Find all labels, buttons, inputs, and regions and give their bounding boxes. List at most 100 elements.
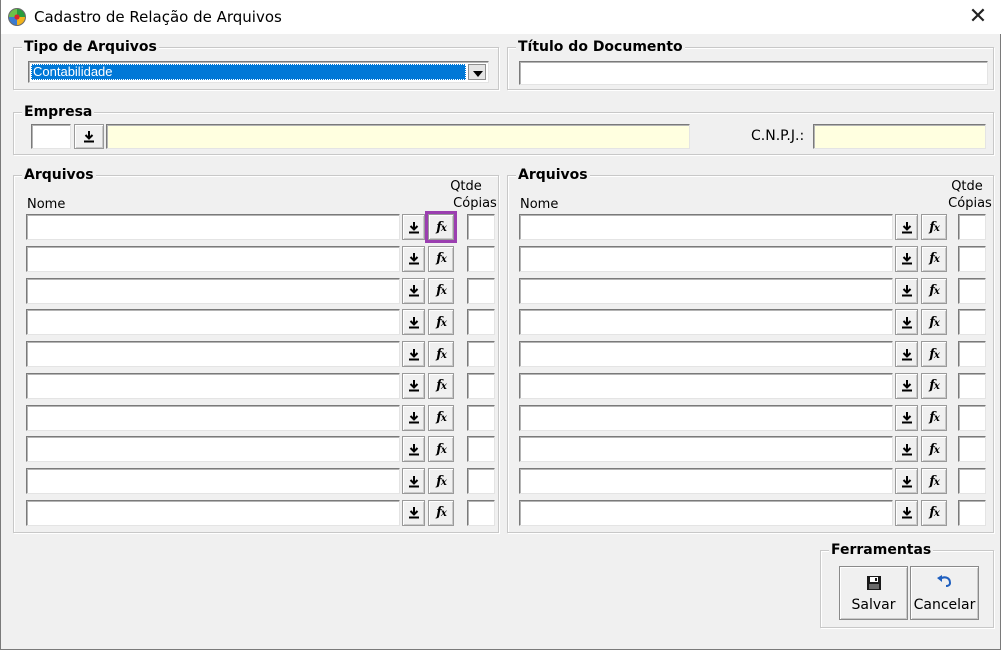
file-download-button[interactable] <box>402 214 425 240</box>
app-logo-icon <box>8 8 26 26</box>
file-download-button[interactable] <box>402 468 425 494</box>
file-qtde-input[interactable] <box>958 468 986 494</box>
file-fx-button[interactable]: fx <box>428 341 454 367</box>
file-name-input[interactable] <box>519 277 893 304</box>
file-fx-button[interactable]: fx <box>428 309 454 336</box>
file-name-input[interactable] <box>26 468 400 494</box>
file-fx-button[interactable]: fx <box>428 372 454 399</box>
file-download-button[interactable] <box>402 245 425 272</box>
file-name-input[interactable] <box>26 341 400 367</box>
file-name-input[interactable] <box>519 499 893 526</box>
file-qtde-input[interactable] <box>467 499 495 526</box>
file-name-input[interactable] <box>26 404 400 431</box>
file-fx-button[interactable]: fx <box>428 436 454 463</box>
download-arrow-icon <box>408 380 419 392</box>
file-download-button[interactable] <box>895 372 918 399</box>
file-qtde-input[interactable] <box>467 245 495 272</box>
file-name-input[interactable] <box>519 341 893 367</box>
file-fx-button[interactable]: fx <box>921 341 947 367</box>
file-fx-button[interactable]: fx <box>921 309 947 336</box>
file-fx-button[interactable]: fx <box>428 404 454 431</box>
file-qtde-input[interactable] <box>467 436 495 463</box>
file-qtde-input[interactable] <box>467 404 495 431</box>
file-download-button[interactable] <box>402 277 425 304</box>
file-qtde-input[interactable] <box>467 468 495 494</box>
file-fx-button[interactable]: fx <box>428 277 454 304</box>
file-fx-button[interactable]: fx <box>921 277 947 304</box>
file-name-input[interactable] <box>519 214 893 240</box>
file-qtde-input[interactable] <box>958 277 986 304</box>
fx-function-icon: fx <box>436 348 447 361</box>
file-name-input[interactable] <box>519 372 893 399</box>
file-download-button[interactable] <box>895 245 918 272</box>
file-fx-button[interactable]: fx <box>921 245 947 272</box>
file-download-button[interactable] <box>402 309 425 336</box>
file-download-button[interactable] <box>402 372 425 399</box>
file-download-button[interactable] <box>402 499 425 526</box>
file-name-input[interactable] <box>519 436 893 463</box>
file-download-button[interactable] <box>895 468 918 494</box>
file-fx-button[interactable]: fx <box>921 214 947 240</box>
file-qtde-input[interactable] <box>467 372 495 399</box>
file-fx-button[interactable]: fx <box>921 499 947 526</box>
file-qtde-input[interactable] <box>958 341 986 367</box>
file-download-button[interactable] <box>895 309 918 336</box>
file-fx-button[interactable]: fx <box>921 436 947 463</box>
file-name-input[interactable] <box>26 214 400 240</box>
file-name-input[interactable] <box>519 404 893 431</box>
titulo-documento-input[interactable] <box>519 61 988 85</box>
file-qtde-input[interactable] <box>467 214 495 240</box>
file-fx-button[interactable]: fx <box>425 211 457 243</box>
file-name-input[interactable] <box>26 436 400 463</box>
file-qtde-input[interactable] <box>467 309 495 336</box>
fx-function-icon: fx <box>929 411 940 424</box>
file-qtde-input[interactable] <box>467 277 495 304</box>
arquivos-left-group: Arquivos Nome Qtde Cópias fx fx fx fx fx fx fx… <box>13 167 499 533</box>
file-download-button[interactable] <box>895 436 918 463</box>
file-qtde-input[interactable] <box>958 372 986 399</box>
close-icon[interactable]: ✕ <box>963 2 993 30</box>
file-download-button[interactable] <box>402 341 425 367</box>
file-name-input[interactable] <box>26 372 400 399</box>
cnpj-field[interactable] <box>813 124 986 149</box>
file-qtde-input[interactable] <box>958 245 986 272</box>
file-fx-button[interactable]: fx <box>921 372 947 399</box>
file-qtde-input[interactable] <box>958 499 986 526</box>
file-name-input[interactable] <box>26 499 400 526</box>
undo-arrow-icon <box>936 575 951 587</box>
file-name-input[interactable] <box>519 468 893 494</box>
cancelar-button[interactable]: Cancelar <box>910 566 979 620</box>
file-name-input[interactable] <box>519 245 893 272</box>
empresa-name-field[interactable] <box>106 124 690 149</box>
file-fx-button[interactable]: fx <box>921 468 947 494</box>
file-fx-button[interactable]: fx <box>428 245 454 272</box>
empresa-search-button[interactable] <box>74 124 104 149</box>
empresa-code-input[interactable] <box>31 124 71 149</box>
download-arrow-icon <box>408 253 419 265</box>
file-name-input[interactable] <box>26 277 400 304</box>
file-download-button[interactable] <box>895 499 918 526</box>
file-fx-button[interactable]: fx <box>921 404 947 431</box>
file-download-button[interactable] <box>895 277 918 304</box>
file-download-button[interactable] <box>402 436 425 463</box>
file-name-input[interactable] <box>26 245 400 272</box>
tipo-arquivos-combo[interactable]: Contabilidade <box>28 61 489 83</box>
file-download-button[interactable] <box>402 404 425 431</box>
file-qtde-input[interactable] <box>958 309 986 336</box>
file-qtde-input[interactable] <box>958 214 986 240</box>
download-arrow-icon <box>901 475 912 487</box>
file-download-button[interactable] <box>895 214 918 240</box>
file-qtde-input[interactable] <box>958 436 986 463</box>
fx-subscript: x <box>440 508 447 520</box>
fx-subscript: x <box>933 508 940 520</box>
file-fx-button[interactable]: fx <box>428 468 454 494</box>
salvar-button[interactable]: Salvar <box>839 566 908 620</box>
file-name-input[interactable] <box>519 309 893 336</box>
file-qtde-input[interactable] <box>467 341 495 367</box>
file-download-button[interactable] <box>895 404 918 431</box>
file-name-input[interactable] <box>26 309 400 336</box>
file-fx-button[interactable]: fx <box>428 499 454 526</box>
file-qtde-input[interactable] <box>958 404 986 431</box>
chevron-down-icon[interactable] <box>468 64 486 80</box>
file-download-button[interactable] <box>895 341 918 367</box>
